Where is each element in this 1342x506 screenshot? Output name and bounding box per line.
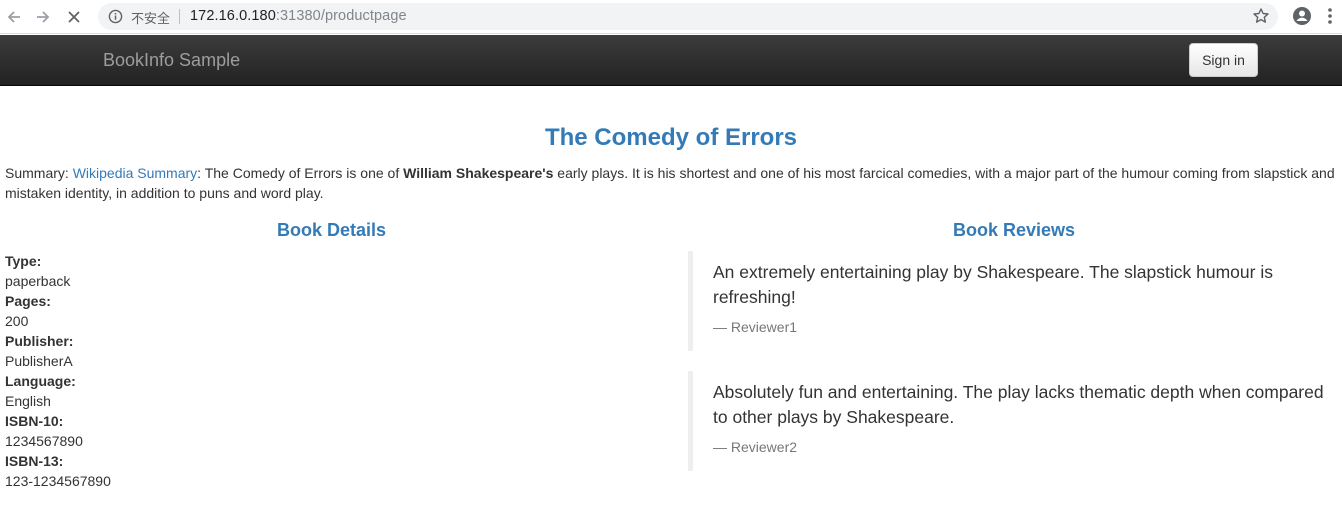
detail-value-isbn10: 1234567890 [5, 433, 83, 449]
info-icon[interactable] [108, 9, 123, 24]
book-details-list: Type: paperback Pages: 200 Publisher: Pu… [5, 251, 305, 491]
book-reviews-heading: Book Reviews [952, 220, 1076, 240]
book-title: The Comedy of Errors [544, 124, 798, 151]
detail-value-publisher: PublisherA [5, 353, 73, 369]
detail-value-language: English [5, 393, 51, 409]
address-divider [179, 9, 180, 24]
back-arrow-icon[interactable] [2, 5, 26, 29]
stop-loading-icon[interactable] [62, 5, 86, 29]
detail-label-isbn10: ISBN-10: [5, 413, 64, 429]
book-details-heading: Book Details [276, 220, 387, 240]
brand-link[interactable]: BookInfo Sample [103, 50, 240, 71]
book-summary: Summary: Wikipedia Summary: The Comedy o… [5, 163, 1340, 203]
detail-value-isbn13: 123-1234567890 [5, 473, 111, 489]
review-item: An extremely entertaining play by Shakes… [688, 251, 1328, 351]
browser-toolbar: 不安全 172.16.0.180:31380/productpage [0, 0, 1342, 34]
summary-label: Summary: [5, 165, 73, 181]
forward-arrow-icon[interactable] [31, 5, 55, 29]
review-item: Absolutely fun and entertaining. The pla… [688, 371, 1328, 471]
summary-text-pre: : The Comedy of Errors is one of [197, 165, 404, 181]
app-navbar: BookInfo Sample Sign in [0, 35, 1342, 86]
profile-avatar-icon[interactable] [1291, 5, 1313, 27]
sign-in-button[interactable]: Sign in [1189, 43, 1258, 77]
detail-label-type: Type: [5, 253, 42, 269]
address-bar[interactable]: 不安全 172.16.0.180:31380/productpage [98, 3, 1278, 30]
detail-label-isbn13: ISBN-13: [5, 453, 64, 469]
review-text: An extremely entertaining play by Shakes… [713, 262, 1273, 307]
summary-author: William Shakespeare's [403, 165, 554, 181]
review-text: Absolutely fun and entertaining. The pla… [713, 382, 1324, 427]
wikipedia-summary-link[interactable]: Wikipedia Summary [73, 165, 197, 181]
more-menu-icon[interactable] [1325, 5, 1335, 27]
review-author: — Reviewer2 [713, 439, 798, 455]
detail-value-type: paperback [5, 273, 71, 289]
bookmark-star-icon[interactable] [1252, 7, 1270, 25]
url-text[interactable]: 172.16.0.180:31380/productpage [190, 8, 407, 24]
security-status-label: 不安全 [131, 12, 171, 27]
detail-label-language: Language: [5, 373, 76, 389]
review-author: — Reviewer1 [713, 319, 798, 335]
detail-value-pages: 200 [5, 313, 29, 329]
detail-label-publisher: Publisher: [5, 333, 74, 349]
detail-label-pages: Pages: [5, 293, 51, 309]
